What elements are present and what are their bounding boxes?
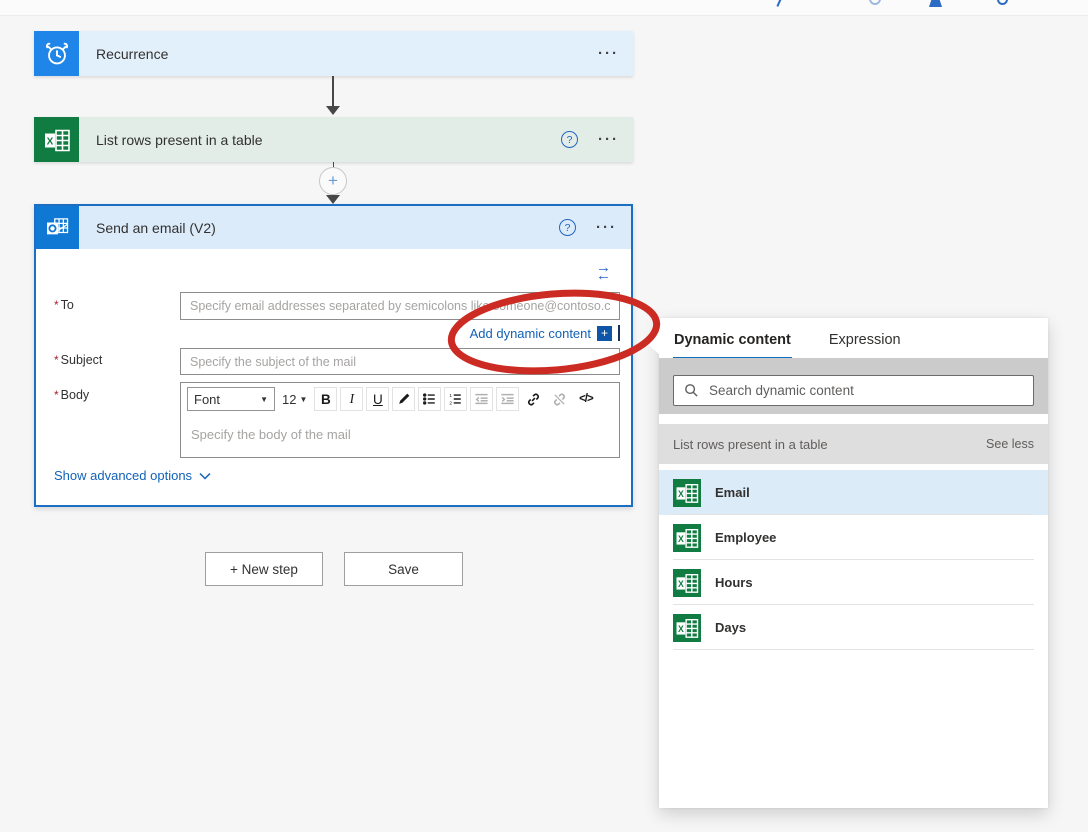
- item-label: Employee: [715, 530, 776, 545]
- italic-button[interactable]: I: [340, 387, 363, 411]
- list-rows-step-title: List rows present in a table: [96, 132, 263, 148]
- section-header: List rows present in a table See less: [659, 424, 1048, 464]
- show-advanced-options-label: Show advanced options: [54, 468, 192, 483]
- insert-step-button[interactable]: +: [319, 167, 347, 195]
- help-icon[interactable]: ?: [559, 219, 576, 236]
- help-icon[interactable]: ?: [561, 131, 578, 148]
- arrow-left-icon: ←: [596, 270, 611, 281]
- body-rich-text-editor[interactable]: Font ▼ 12 ▼ B I U 12: [180, 382, 620, 458]
- excel-icon: X: [673, 614, 701, 642]
- tab-expression[interactable]: Expression: [828, 332, 902, 360]
- top-toolbar-strip: [0, 0, 1088, 16]
- search-icon: [684, 383, 699, 398]
- recurrence-step-title: Recurrence: [96, 46, 168, 62]
- bullet-list-button[interactable]: [418, 387, 441, 411]
- flow-connector-line: [332, 76, 334, 107]
- save-button[interactable]: Save: [344, 552, 463, 586]
- cropped-toolbar-icon: [929, 0, 942, 7]
- subject-input[interactable]: [180, 348, 620, 375]
- dynamic-content-item-hours[interactable]: X Hours: [659, 560, 1048, 605]
- chevron-down-icon: [199, 472, 211, 480]
- svg-text:X: X: [678, 488, 684, 498]
- item-label: Days: [715, 620, 746, 635]
- list-rows-step-card[interactable]: X List rows present in a table ? ···: [34, 117, 633, 162]
- font-family-value: Font: [194, 392, 220, 407]
- svg-text:2: 2: [450, 400, 453, 406]
- send-email-menu-button[interactable]: ···: [596, 223, 617, 233]
- recurrence-step-card[interactable]: Recurrence ···: [34, 31, 633, 76]
- send-email-step-card: Send an email (V2) ? ··· → ← *To Add dyn…: [34, 204, 633, 507]
- search-band: [659, 358, 1048, 414]
- to-field-label: *To: [54, 298, 74, 312]
- see-less-link[interactable]: See less: [986, 437, 1034, 451]
- code-view-button[interactable]: </>: [574, 387, 597, 411]
- recurrence-menu-button[interactable]: ···: [598, 49, 619, 59]
- excel-icon: X: [673, 479, 701, 507]
- outlook-icon: [36, 206, 79, 249]
- panel-tabs: Dynamic content Expression: [659, 318, 1048, 360]
- flow-arrow-icon: [326, 106, 340, 115]
- panel-callout-arrow: [645, 329, 660, 355]
- dynamic-content-item-days[interactable]: X Days: [659, 605, 1048, 650]
- dynamic-content-item-email[interactable]: X Email: [659, 470, 1048, 515]
- text-cursor: [618, 325, 620, 341]
- body-placeholder-text: Specify the body of the mail: [181, 415, 619, 454]
- underline-button[interactable]: U: [366, 387, 389, 411]
- excel-icon: X: [34, 117, 79, 162]
- search-box[interactable]: [673, 375, 1034, 406]
- font-size-dropdown[interactable]: 12 ▼: [278, 387, 311, 411]
- section-title: List rows present in a table: [673, 437, 828, 452]
- dynamic-content-item-employee[interactable]: X Employee: [659, 515, 1048, 560]
- chevron-down-icon: ▼: [299, 395, 307, 404]
- svg-text:X: X: [678, 623, 684, 633]
- add-dynamic-content-plus-button[interactable]: +: [597, 326, 612, 341]
- body-field-label: *Body: [54, 388, 89, 402]
- recurrence-clock-icon: [34, 31, 79, 76]
- cropped-toolbar-icon: [776, 0, 783, 7]
- remove-link-button[interactable]: [548, 387, 571, 411]
- add-dynamic-content-link[interactable]: Add dynamic content: [470, 326, 591, 341]
- cropped-toolbar-icon: [997, 0, 1008, 5]
- subject-field-label: *Subject: [54, 353, 102, 367]
- item-label: Hours: [715, 575, 753, 590]
- svg-text:X: X: [678, 533, 684, 543]
- svg-text:X: X: [46, 136, 53, 147]
- required-asterisk: *: [54, 298, 59, 312]
- chevron-down-icon: ▼: [260, 395, 268, 404]
- rich-text-toolbar: Font ▼ 12 ▼ B I U 12: [181, 383, 619, 415]
- excel-icon: X: [673, 524, 701, 552]
- flow-arrow-icon: [326, 195, 340, 204]
- to-input[interactable]: [180, 292, 620, 320]
- dynamic-content-items: X Email X Employee X Hours: [659, 470, 1048, 650]
- item-label: Email: [715, 485, 750, 500]
- font-size-value: 12: [282, 392, 296, 407]
- required-asterisk: *: [54, 388, 59, 402]
- font-family-dropdown[interactable]: Font ▼: [187, 387, 275, 411]
- svg-text:1: 1: [450, 393, 453, 399]
- cropped-toolbar-icon: [869, 0, 881, 5]
- send-email-step-header[interactable]: Send an email (V2) ? ···: [36, 206, 631, 249]
- tab-dynamic-content[interactable]: Dynamic content: [673, 332, 792, 360]
- required-asterisk: *: [54, 353, 59, 367]
- numbered-list-button[interactable]: 12: [444, 387, 467, 411]
- new-step-button[interactable]: + New step: [205, 552, 323, 586]
- dynamic-content-panel: Dynamic content Expression List rows pre…: [659, 318, 1048, 808]
- list-rows-menu-button[interactable]: ···: [598, 135, 619, 145]
- bold-button[interactable]: B: [314, 387, 337, 411]
- font-color-pen-button[interactable]: [392, 387, 415, 411]
- switch-input-mode-icon[interactable]: → ←: [596, 262, 611, 281]
- outdent-button[interactable]: [470, 387, 493, 411]
- send-email-step-title: Send an email (V2): [96, 220, 216, 236]
- insert-link-button[interactable]: [522, 387, 545, 411]
- indent-button[interactable]: [496, 387, 519, 411]
- excel-icon: X: [673, 569, 701, 597]
- show-advanced-options-link[interactable]: Show advanced options: [54, 468, 211, 483]
- search-input[interactable]: [709, 383, 1023, 398]
- svg-text:X: X: [678, 578, 684, 588]
